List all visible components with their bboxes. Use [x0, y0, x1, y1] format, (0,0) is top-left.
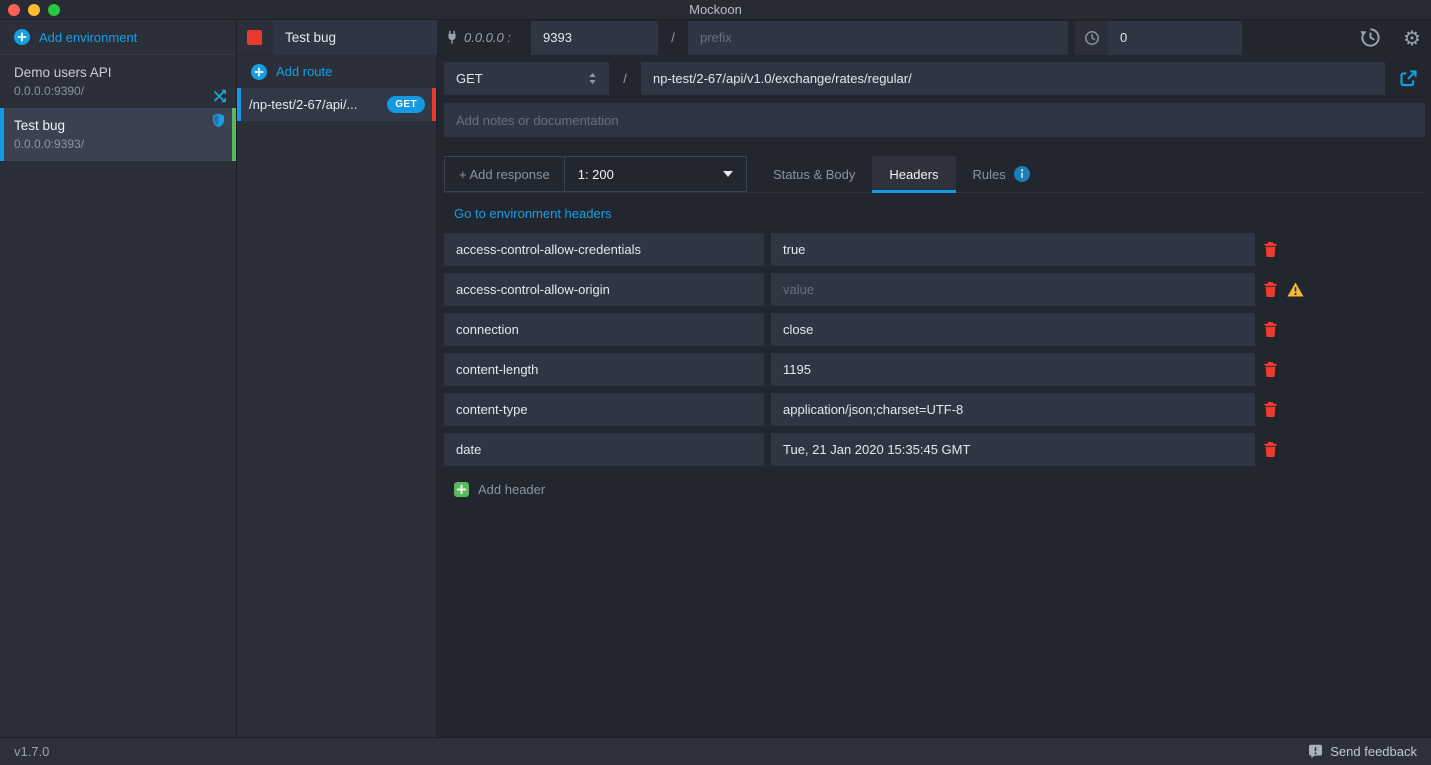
- endpoint-input[interactable]: [641, 62, 1385, 95]
- response-tabs: Status & Body Headers Rules: [756, 156, 1047, 193]
- plus-circle-icon: [14, 29, 30, 45]
- add-route-button[interactable]: Add route: [237, 55, 436, 88]
- header-key-input[interactable]: [444, 353, 764, 386]
- plug-icon: [446, 30, 458, 45]
- titlebar: Mockoon: [0, 0, 1431, 20]
- header-value-input[interactable]: [771, 353, 1255, 386]
- add-route-label: Add route: [276, 64, 333, 79]
- route-config-row: GET /: [444, 62, 1425, 95]
- add-header-button[interactable]: Add header: [444, 479, 1425, 499]
- add-environment-button[interactable]: Add environment: [0, 20, 236, 55]
- environment-name: Demo users API: [14, 65, 112, 80]
- header-value-input[interactable]: [771, 393, 1255, 426]
- plus-circle-icon: [251, 63, 267, 80]
- environment-logs-icon[interactable]: [1360, 27, 1381, 48]
- stop-server-button[interactable]: [247, 29, 262, 45]
- add-header-label: Add header: [478, 481, 546, 497]
- app-version: v1.7.0: [14, 744, 50, 759]
- environment-item-demo-users-api[interactable]: Demo users API 0.0.0.0:9390/: [0, 55, 236, 108]
- caret-down-icon: [723, 171, 733, 177]
- tab-rules[interactable]: Rules: [956, 156, 1047, 192]
- prefix-input[interactable]: [688, 20, 1068, 55]
- response-group: + Add response 1: 200: [444, 156, 747, 192]
- header-row: [444, 233, 1425, 266]
- route-method-badge: GET: [387, 96, 425, 113]
- host-label: 0.0.0.0 :: [444, 30, 526, 45]
- latency-clock-icon: [1075, 20, 1108, 55]
- environments-sidebar: Add environment Demo users API 0.0.0.0:9…: [0, 20, 237, 737]
- delete-header-button[interactable]: [1264, 362, 1279, 377]
- method-select[interactable]: GET: [444, 62, 609, 95]
- port-input[interactable]: [531, 20, 658, 55]
- environment-url: 0.0.0.0:9393/: [14, 137, 85, 151]
- delete-header-button[interactable]: [1264, 402, 1279, 417]
- headers-list: [444, 233, 1425, 466]
- header-row: [444, 433, 1425, 466]
- add-response-button[interactable]: + Add response: [445, 157, 565, 191]
- tab-headers[interactable]: Headers: [872, 156, 956, 193]
- tab-status-body[interactable]: Status & Body: [756, 156, 872, 192]
- routes-header: [237, 19, 474, 55]
- method-select-value: GET: [456, 71, 483, 86]
- delete-header-button[interactable]: [1264, 442, 1279, 457]
- environment-item-test-bug[interactable]: Test bug 0.0.0.0:9393/: [0, 108, 236, 161]
- settings-gear-icon[interactable]: ⚙: [1403, 28, 1421, 48]
- notes-input[interactable]: [444, 103, 1425, 137]
- header-value-input[interactable]: [771, 433, 1255, 466]
- route-path: /np-test/2-67/api/...: [249, 97, 358, 112]
- header-row: [444, 393, 1425, 426]
- header-key-input[interactable]: [444, 273, 764, 306]
- statusbar: v1.7.0 Send feedback: [0, 737, 1431, 765]
- response-select[interactable]: 1: 200: [565, 157, 746, 191]
- latency-input[interactable]: [1108, 20, 1242, 55]
- path-separator: /: [671, 30, 675, 45]
- warning-icon: [1287, 282, 1304, 297]
- feedback-bubble-icon: [1308, 744, 1323, 759]
- header-value-input[interactable]: [771, 313, 1255, 346]
- response-toolbar: + Add response 1: 200 Status & Body Head…: [444, 156, 1425, 193]
- response-select-value: 1: 200: [577, 166, 614, 182]
- env-headers-link-row: Go to environment headers: [444, 203, 1425, 223]
- header-key-input[interactable]: [444, 433, 764, 466]
- proxy-mode-icon: [213, 89, 227, 103]
- plus-square-icon: [454, 481, 469, 497]
- window-title: Mockoon: [689, 2, 742, 17]
- environment-name: Test bug: [14, 118, 66, 133]
- https-shield-icon: [212, 113, 225, 128]
- environment-toolbar: 0.0.0.0 : /: [444, 20, 1425, 55]
- delete-header-button[interactable]: [1264, 282, 1279, 297]
- send-feedback-button[interactable]: Send feedback: [1308, 744, 1417, 759]
- route-item[interactable]: /np-test/2-67/api/... GET: [237, 88, 436, 121]
- header-key-input[interactable]: [444, 233, 764, 266]
- select-updown-icon: [588, 72, 597, 85]
- delete-header-button[interactable]: [1264, 242, 1279, 257]
- endpoint-separator: /: [623, 71, 627, 86]
- routes-panel: Add route /np-test/2-67/api/... GET: [237, 19, 474, 737]
- open-in-browser-icon[interactable]: [1391, 70, 1425, 87]
- latency-group: [1075, 20, 1242, 55]
- main-panel: 0.0.0.0 : /: [437, 20, 1431, 737]
- mockoon-window: Mockoon Add environment Demo users API 0…: [0, 0, 1431, 765]
- header-row: [444, 313, 1425, 346]
- add-environment-label: Add environment: [39, 29, 138, 45]
- header-row: [444, 273, 1425, 306]
- header-row: [444, 353, 1425, 386]
- environment-url: 0.0.0.0:9390/: [14, 84, 85, 98]
- header-key-input[interactable]: [444, 393, 764, 426]
- header-value-input[interactable]: [771, 233, 1255, 266]
- header-key-input[interactable]: [444, 313, 764, 346]
- go-to-environment-headers-link[interactable]: Go to environment headers: [454, 206, 612, 221]
- info-icon: [1013, 166, 1030, 182]
- send-feedback-label: Send feedback: [1330, 744, 1417, 759]
- delete-header-button[interactable]: [1264, 322, 1279, 337]
- header-value-input[interactable]: [771, 273, 1255, 306]
- notes-row: [444, 103, 1425, 137]
